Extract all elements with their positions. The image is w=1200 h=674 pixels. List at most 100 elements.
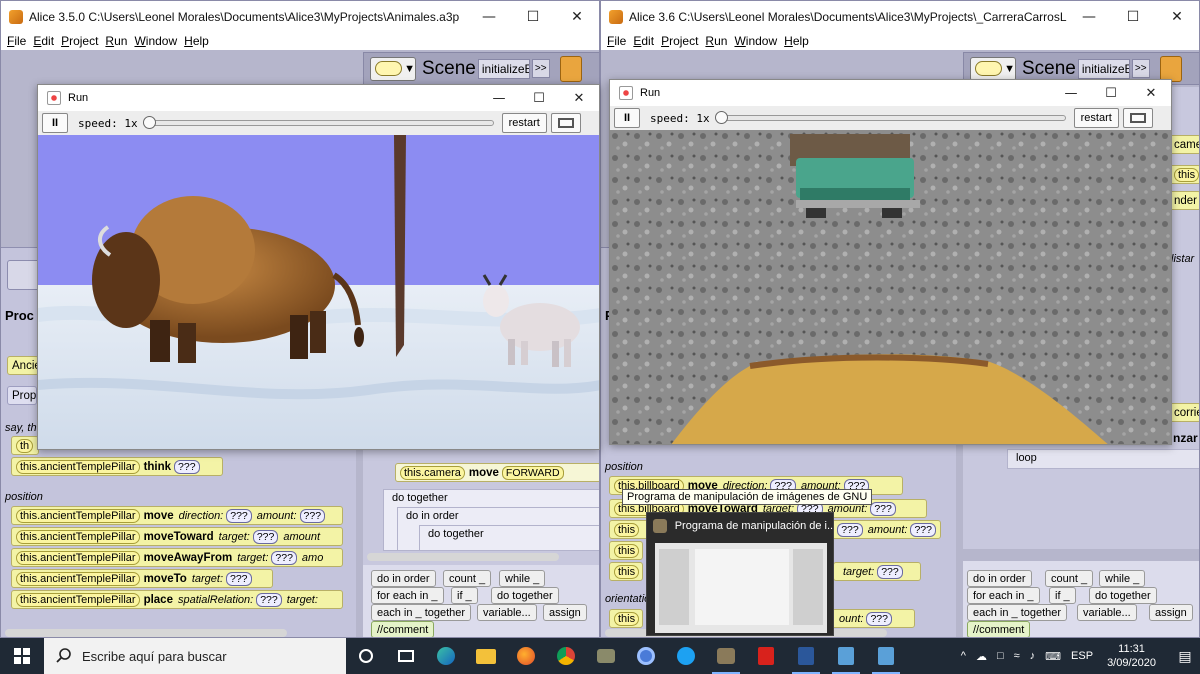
menu-run[interactable]: Run [705,34,727,48]
menu-file[interactable]: File [607,34,626,48]
arg-value[interactable]: ??? [174,459,200,474]
partial-tile-nder[interactable]: nder [1169,191,1199,210]
close-button[interactable]: ✕ [1155,1,1199,32]
minimize-button[interactable]: — [479,85,519,111]
menu-edit[interactable]: Edit [633,34,654,48]
pause-button[interactable]: II [42,113,68,133]
close-button[interactable]: ✕ [1131,80,1171,106]
billboard-tile-5[interactable]: this [609,562,643,581]
arg-value[interactable]: ??? [866,611,892,626]
chrome-icon[interactable] [546,638,586,674]
ctrl-variable[interactable]: variable... [477,604,537,621]
ancient-object-tile[interactable]: Ancie [7,356,39,375]
billboard-tile-7[interactable]: this [609,609,643,628]
more-tabs-button[interactable]: >> [1131,59,1150,78]
ctrl-if[interactable]: if _ [1049,587,1076,604]
maximize-button[interactable]: ☐ [511,1,555,32]
object-selector[interactable] [7,260,41,290]
arg-value[interactable]: ??? [910,522,936,537]
ctrl-comment[interactable]: //comment [371,621,435,637]
ctrl-do-together[interactable]: do together [1089,587,1157,604]
restart-button[interactable]: restart [1073,108,1119,128]
partial-tile-came[interactable]: came [1169,135,1199,154]
menu-file[interactable]: File [7,34,26,48]
twitter-icon[interactable] [666,638,706,674]
fullscreen-button[interactable] [550,113,581,133]
billboard-tile-8[interactable]: ount: ??? [829,609,915,628]
horizontal-scrollbar[interactable] [5,629,287,637]
clock[interactable]: 11:31 3/09/2020 [1107,642,1156,670]
minimize-button[interactable]: — [467,1,511,32]
loop-block[interactable]: loop [1007,449,1199,469]
think-method-tile[interactable]: this.ancientTemplePillar think ??? [11,457,223,476]
menu-project[interactable]: Project [61,34,98,48]
tab-initialize[interactable]: initializeE [477,58,530,79]
billboard-tile-6[interactable]: target: ??? [833,562,921,581]
menu-project[interactable]: Project [661,34,698,48]
pause-button[interactable]: II [614,108,640,128]
minimize-button[interactable]: — [1067,1,1111,32]
arg-value[interactable]: ??? [256,592,282,607]
ctrl-for-each[interactable]: for each in _ [371,587,444,604]
direction-value[interactable]: FORWARD [501,465,564,480]
close-button[interactable]: ✕ [559,85,599,111]
close-button[interactable]: ✕ [555,1,599,32]
menu-edit[interactable]: Edit [33,34,54,48]
onedrive-icon[interactable]: ☁ [976,650,987,663]
slider-knob[interactable] [142,116,156,129]
java-app-icon-1[interactable] [826,638,866,674]
keyboard-icon[interactable]: ⌨ [1045,650,1061,663]
word-icon[interactable] [786,638,826,674]
volume-icon[interactable]: ♪ [1030,650,1036,662]
wifi-icon[interactable]: ≈ [1014,650,1020,662]
network-icon[interactable]: □ [997,650,1004,662]
ctrl-while[interactable]: while _ [1099,570,1146,587]
restart-button[interactable]: restart [501,113,547,133]
language-indicator[interactable]: ESP [1071,650,1093,662]
arg-value[interactable]: ??? [299,508,326,523]
fullscreen-button[interactable] [1122,108,1153,128]
properties-tile[interactable]: Prop [7,386,37,405]
menu-run[interactable]: Run [105,34,127,48]
minimize-button[interactable]: — [1051,80,1091,106]
speed-slider[interactable] [714,111,1066,124]
clipboard-icon[interactable] [559,55,582,82]
menu-window[interactable]: Window [134,34,177,48]
acrobat-icon[interactable] [746,638,786,674]
ctrl-count[interactable]: count _ [1045,570,1094,587]
file-explorer-icon[interactable] [466,638,506,674]
ctrl-comment[interactable]: //comment [967,621,1031,637]
firefox-icon[interactable] [506,638,546,674]
notifications-icon[interactable]: ▤ [1170,648,1200,665]
ctrl-for-each[interactable]: for each in _ [967,587,1040,604]
place-method-tile[interactable]: this.ancientTemplePillar place spatialRe… [11,590,343,609]
java-app-icon-2[interactable] [866,638,906,674]
partial-tile-this[interactable]: this [1169,165,1199,184]
maximize-button[interactable]: ☐ [1111,1,1155,32]
arg-value[interactable]: ??? [837,522,863,537]
camera-move-statement[interactable]: this.camera move FORWARD [395,463,599,482]
taskbar-search[interactable]: Escribe aquí para buscar [44,638,346,674]
start-button[interactable] [0,638,44,674]
maximize-button[interactable]: ☐ [1091,80,1131,106]
tab-initialize[interactable]: initializeE [1077,58,1130,79]
ctrl-assign[interactable]: assign [543,604,587,621]
billboard-tile-4[interactable]: this [609,541,643,560]
type-selector[interactable]: ▼ [970,56,1016,81]
moveto-method-tile[interactable]: this.ancientTemplePillar moveTo target: … [11,569,273,588]
move-method-tile[interactable]: this.ancientTemplePillar move direction:… [11,506,343,525]
ctrl-do-in-order[interactable]: do in order [371,570,436,587]
chromium-icon[interactable] [626,638,666,674]
ctrl-do-together[interactable]: do together [491,587,559,604]
movetoward-method-tile[interactable]: this.ancientTemplePillar moveToward targ… [11,527,343,546]
maximize-button[interactable]: ☐ [519,85,559,111]
menu-help[interactable]: Help [784,34,809,48]
arg-value[interactable]: ??? [252,529,279,544]
ctrl-assign[interactable]: assign [1149,604,1193,621]
ctrl-each-in-together[interactable]: each in _ together [967,604,1068,621]
ctrl-each-in-together[interactable]: each in _ together [371,604,472,621]
task-view-icon[interactable] [386,638,426,674]
arg-value[interactable]: ??? [226,571,252,586]
ctrl-do-in-order[interactable]: do in order [967,570,1032,587]
cortana-icon[interactable] [346,638,386,674]
